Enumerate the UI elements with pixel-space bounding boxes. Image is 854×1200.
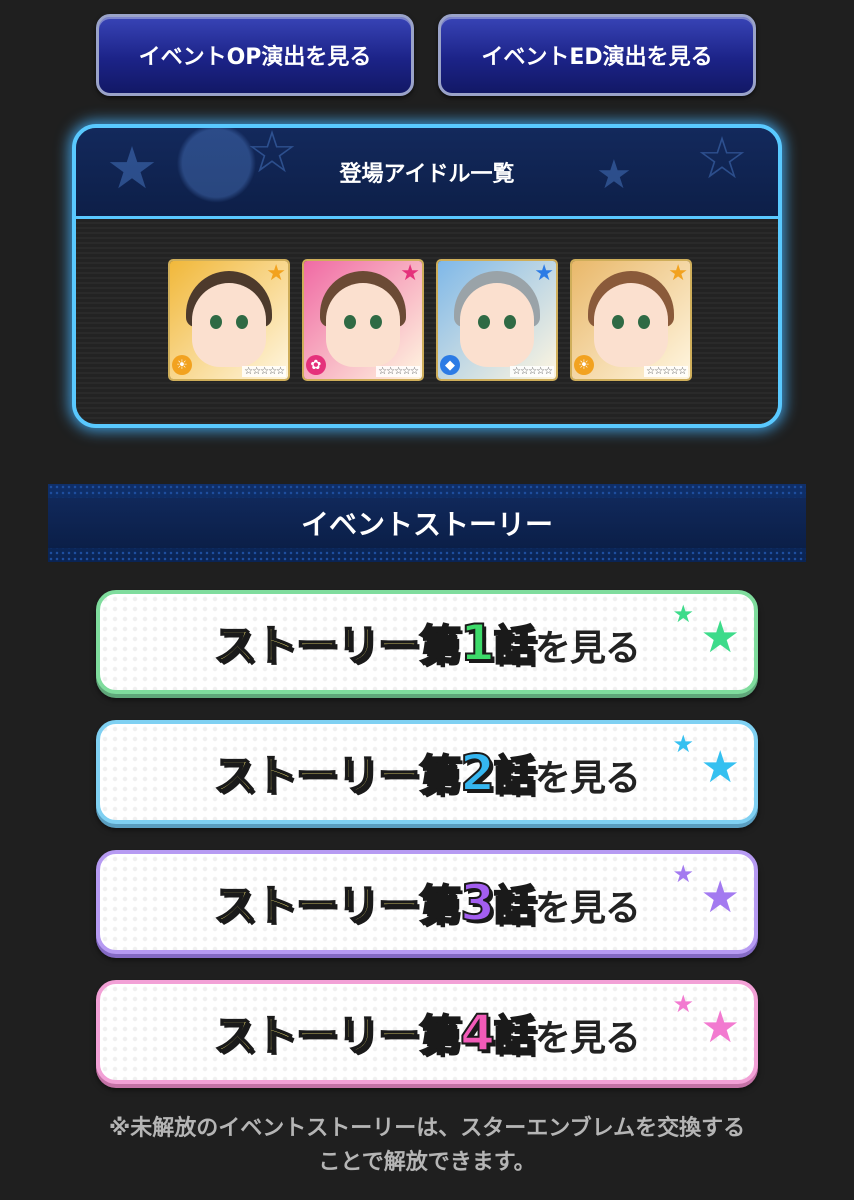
rarity-star-icon: ★ — [266, 261, 286, 286]
star-icon: ★ ★ — [672, 600, 740, 663]
story-number: 2 — [459, 743, 496, 803]
star-decoration-icon: ☆ — [246, 124, 298, 186]
rarity-stars-icon: ☆☆☆☆☆ — [644, 366, 688, 377]
idol-card[interactable]: ★ ✿ ☆☆☆☆☆ — [304, 261, 422, 379]
story-number: 3 — [459, 873, 496, 933]
star-decoration-icon: ☆ — [696, 124, 748, 192]
idol-card-row: ★ ☀ ☆☆☆☆☆ ★ ✿ ☆☆☆☆☆ ★ ◆ ☆☆☆☆☆ ★ ☀ ☆☆☆☆☆ — [170, 261, 690, 379]
idol-eye — [236, 315, 248, 329]
rarity-stars-icon: ☆☆☆☆☆ — [510, 366, 554, 377]
idol-list-title: 登場アイドル一覧 — [339, 162, 515, 187]
unlock-note-line2: ことで解放できます。 — [318, 1150, 536, 1175]
idol-list-panel: ★ ☆ ★ ☆ 登場アイドル一覧 ★ ☀ ☆☆☆☆☆ ★ ✿ ☆☆☆☆☆ ★ ◆ ☆☆☆☆☆ ★ ☀… — [72, 124, 782, 428]
story-episode-4-button[interactable]: ストーリー第4話を見る ★ ★ — [96, 980, 758, 1084]
idol-list-header: ★ ☆ ★ ☆ 登場アイドル一覧 — [76, 128, 778, 219]
rarity-star-icon: ★ — [534, 261, 554, 286]
idol-eye — [370, 315, 382, 329]
story-episode-2-button[interactable]: ストーリー第2話を見る ★ ★ — [96, 720, 758, 824]
idol-eye — [344, 315, 356, 329]
unlock-note-line1: ※未解放のイベントストーリーは、スターエンブレムを交換する — [108, 1116, 746, 1141]
idol-eye — [612, 315, 624, 329]
event-ed-button[interactable]: イベントED演出を見る — [438, 14, 756, 96]
story-number: 1 — [459, 613, 496, 673]
event-story-banner: イベントストーリー — [48, 484, 806, 562]
flower-icon: ✿ — [306, 355, 326, 375]
rarity-star-icon: ★ — [668, 261, 688, 286]
star-icon: ★ ★ — [672, 990, 740, 1053]
story-label: ストーリー第2話を見る — [213, 743, 641, 803]
idol-face — [192, 283, 266, 367]
rarity-stars-icon: ☆☆☆☆☆ — [376, 366, 420, 377]
sun-icon: ☀ — [574, 355, 594, 375]
story-label: ストーリー第4話を見る — [213, 1003, 641, 1063]
star-decoration-icon: ★ — [596, 152, 632, 198]
story-label: ストーリー第1話を見る — [213, 613, 641, 673]
story-episode-3-button[interactable]: ストーリー第3話を見る ★ ★ — [96, 850, 758, 954]
star-decoration-icon: ★ — [106, 134, 158, 202]
idol-eye — [210, 315, 222, 329]
idol-eye — [638, 315, 650, 329]
idol-face — [460, 283, 534, 367]
idol-card[interactable]: ★ ☀ ☆☆☆☆☆ — [572, 261, 690, 379]
idol-card[interactable]: ★ ☀ ☆☆☆☆☆ — [170, 261, 288, 379]
rarity-stars-icon: ☆☆☆☆☆ — [242, 366, 286, 377]
idol-eye — [504, 315, 516, 329]
idol-eye — [478, 315, 490, 329]
star-icon: ★ ★ — [672, 730, 740, 793]
diamond-icon: ◆ — [440, 355, 460, 375]
idol-face — [326, 283, 400, 367]
story-episode-1-button[interactable]: ストーリー第1話を見る ★ ★ — [96, 590, 758, 694]
idol-card[interactable]: ★ ◆ ☆☆☆☆☆ — [438, 261, 556, 379]
story-label: ストーリー第3話を見る — [213, 873, 641, 933]
star-icon: ★ ★ — [672, 860, 740, 923]
event-story-title: イベントストーリー — [300, 508, 553, 541]
unlock-note: ※未解放のイベントストーリーは、スターエンブレムを交換する ことで解放できます。 — [0, 1112, 854, 1180]
rarity-star-icon: ★ — [400, 261, 420, 286]
event-op-button[interactable]: イベントOP演出を見る — [96, 14, 414, 96]
idol-list-body: ★ ☀ ☆☆☆☆☆ ★ ✿ ☆☆☆☆☆ ★ ◆ ☆☆☆☆☆ ★ ☀ ☆☆☆☆☆ — [76, 219, 778, 424]
sun-icon: ☀ — [172, 355, 192, 375]
idol-face — [594, 283, 668, 367]
story-number: 4 — [459, 1003, 496, 1063]
